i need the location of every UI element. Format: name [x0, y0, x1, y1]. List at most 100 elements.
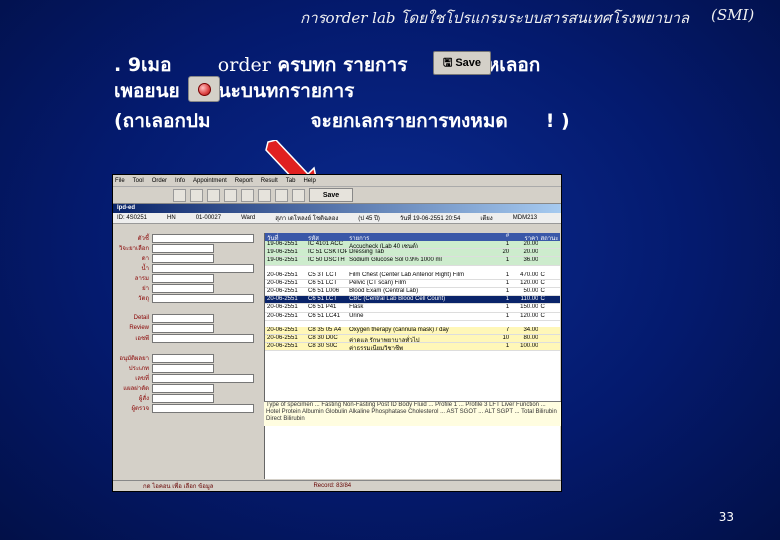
- menu-item[interactable]: Info: [175, 178, 185, 184]
- table-row[interactable]: 19-06-2551 IC 51 CSKTOP Dressing Tab 20 20.0…: [265, 249, 560, 258]
- table-row[interactable]: 20-06-2551 C5 3T LCT Film Chest (Center La…: [265, 272, 560, 280]
- form-row: ย่า: [113, 283, 263, 293]
- table-cell: Pelvic (CT scan) Film: [349, 279, 406, 286]
- table-cell: C6 51 LC41: [308, 312, 341, 319]
- menu-item[interactable]: Result: [261, 178, 278, 184]
- form-row: น้ำ: [113, 263, 263, 273]
- menu-item[interactable]: Tool: [133, 178, 144, 184]
- table-cell: Oxygen therapy (cannula mask) / day: [349, 326, 449, 333]
- page-number: 33: [718, 510, 734, 524]
- table-row[interactable]: 20-06-2551 C8 30 S0C ค่าธรรมเนียมวิชาชีพ 1 1…: [265, 343, 560, 352]
- table-cell: IC 4101 ACC: [308, 241, 344, 247]
- instruction-line-2: เพอยนย นะบนทกรายการ: [114, 80, 355, 102]
- table-row[interactable]: 20-06-2551 C8 30 D0C ค่าดูแล รักษาพยาบาลทั…: [265, 334, 560, 344]
- form-label: ย่า: [142, 286, 149, 292]
- toolbar-button[interactable]: [224, 188, 237, 202]
- form-spacer: [113, 303, 263, 313]
- menu-item[interactable]: Tab: [286, 178, 296, 184]
- form-row: วัตถุ: [113, 293, 263, 303]
- form-field[interactable]: [152, 403, 254, 413]
- table-cell: [538, 257, 560, 264]
- table-cell: 1: [505, 279, 510, 286]
- toolbar-button[interactable]: [173, 188, 186, 202]
- toolbar-button[interactable]: [207, 188, 220, 202]
- order-table: วันที่ รหัส รายการ # ราคา สถานะ 19-06-25…: [264, 233, 560, 479]
- table-cell: 19-06-2551: [267, 249, 298, 256]
- form-row: ประเภท: [113, 363, 263, 373]
- table-header: วันที่ รหัส รายการ # ราคา สถานะ: [265, 233, 560, 241]
- form-row: แผลผ่าตัด: [113, 383, 263, 393]
- toolbar-save-button[interactable]: Save: [309, 188, 353, 202]
- toolbar-button[interactable]: [190, 188, 203, 202]
- form-row: ดา: [113, 253, 263, 263]
- form-field[interactable]: [152, 333, 254, 343]
- menu-item[interactable]: Order: [152, 178, 167, 184]
- form-field[interactable]: [152, 253, 214, 263]
- form-label: น้ำ: [141, 266, 149, 272]
- form-field[interactable]: [152, 243, 214, 253]
- table-cell: 50.00: [523, 287, 539, 294]
- table-row[interactable]: 20-06-2551 C6 51 L006 Blood Exam (Central …: [265, 287, 560, 297]
- table-cell: 1: [505, 287, 510, 294]
- form-field[interactable]: [152, 283, 214, 293]
- table-cell: 19-06-2551: [267, 257, 298, 264]
- form-field[interactable]: [152, 393, 214, 403]
- slide-title: การorder lab โดยใชโปรแกรมระบบสารสนเทศโรง…: [300, 6, 755, 27]
- table-row[interactable]: 20-06-2551 C6 51 P41 Flask 1 150.00 C: [265, 304, 560, 313]
- menu-item[interactable]: Help: [303, 178, 315, 184]
- menu-item[interactable]: Appointment: [193, 178, 227, 184]
- table-row[interactable]: 20-06-2551 C8 35 05 A4 Oxygen therapy (can…: [265, 326, 560, 335]
- table-cell: [538, 241, 560, 248]
- table-cell: [538, 343, 560, 350]
- form-label: Review: [129, 325, 149, 331]
- table-cell: Accucheck (Lab 40 เซนต์): [349, 244, 418, 249]
- table-row[interactable]: 20-06-2551 C6 51 LC41 Urine 1 120.00 C: [265, 313, 560, 321]
- table-row[interactable]: 20-06-2551 C6 51 LCT CBC (Central Lab Bloo…: [265, 296, 560, 305]
- menu-item[interactable]: Report: [235, 178, 253, 184]
- cancel-button-illustration: [188, 76, 220, 102]
- table-cell: CBC (Central Lab Blood Cell Count): [349, 296, 446, 303]
- table-cell: 100.00: [520, 343, 539, 350]
- table-cell: 1: [505, 343, 510, 350]
- form-field[interactable]: [152, 263, 254, 273]
- toolbar-button[interactable]: [275, 188, 288, 202]
- form-field[interactable]: [152, 353, 214, 363]
- table-row[interactable]: 19-06-2551 IC 4101 ACC Accucheck (Lab 40 เ…: [265, 241, 560, 250]
- table-cell: C5 3T LCT: [308, 271, 338, 278]
- form-field[interactable]: [152, 323, 214, 333]
- app-screenshot: File Tool Order Info Appointment Report …: [112, 174, 562, 492]
- printer-icon: 🖫: [442, 56, 453, 69]
- table-cell: 10: [502, 334, 510, 341]
- table-cell: 1: [505, 296, 510, 303]
- form-field[interactable]: [152, 363, 214, 373]
- table-cell: C8 30 D0C: [308, 334, 338, 341]
- form-field[interactable]: [152, 383, 214, 393]
- table-row[interactable]: 19-06-2551 IC 50 DSCTH Sodium Glucose Sol …: [265, 257, 560, 266]
- form-field[interactable]: [152, 373, 254, 383]
- table-cell: C6 51 LCT: [308, 296, 338, 303]
- patient-bar: ID: 4S0251 HN 01-00027 Ward สุภา เดโหลงย…: [113, 213, 561, 224]
- toolbar-button[interactable]: [241, 188, 254, 202]
- form-spacer: [113, 343, 263, 353]
- table-row[interactable]: 20-06-2551 C6 51 LCT Pelvic (CT scan) Film…: [265, 280, 560, 288]
- table-cell: 20-06-2551: [267, 304, 298, 311]
- form-row: อนุมัติผลยา: [113, 353, 263, 363]
- table-cell: 20-06-2551: [267, 334, 298, 341]
- table-cell: C8 30 S0C: [308, 343, 338, 350]
- form-field[interactable]: [152, 313, 214, 323]
- form-field[interactable]: [152, 273, 214, 283]
- form-label: ประเภท: [128, 366, 149, 372]
- toolbar-button[interactable]: [292, 188, 305, 202]
- form-row: เอชพี: [113, 333, 263, 343]
- menu-item[interactable]: File: [115, 178, 125, 184]
- table-cell: Dressing Tab: [349, 249, 384, 256]
- table-cell: [538, 335, 560, 342]
- form-field[interactable]: [152, 233, 254, 243]
- table-cell: 20: [502, 249, 510, 256]
- form-row: ตัวชี้: [113, 233, 263, 243]
- table-cell: 1: [505, 241, 510, 247]
- status-bar: กด ไอคอน เพื่อ เลือก ข้อมูล Record: 83/8…: [113, 480, 561, 491]
- toolbar-button[interactable]: [258, 188, 271, 202]
- form-field[interactable]: [152, 293, 254, 303]
- table-cell: 1: [505, 257, 510, 264]
